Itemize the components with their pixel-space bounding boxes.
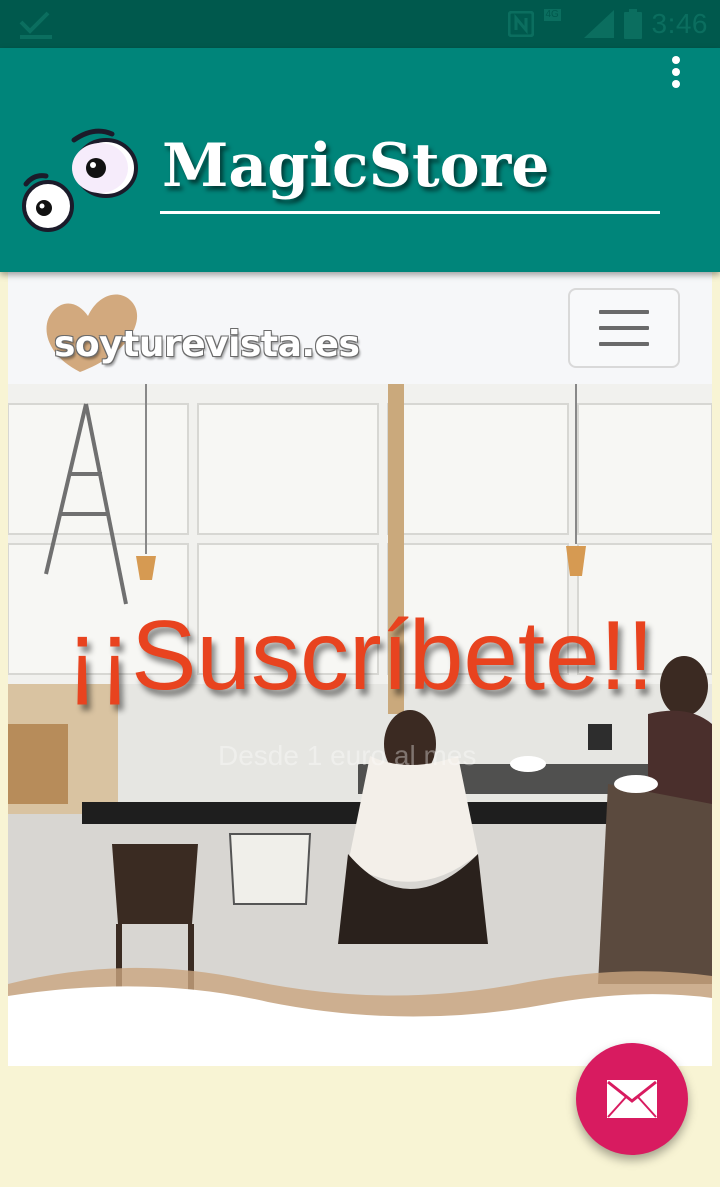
title-underline [160, 211, 660, 214]
app-bar: MagicStore [0, 48, 720, 272]
nfc-icon [507, 11, 534, 37]
mail-fab-button[interactable] [576, 1043, 688, 1155]
hero-cafe-image [8, 384, 712, 1066]
check-icon [19, 11, 52, 39]
googly-eyes-logo [22, 128, 138, 232]
hero-subtitle: Desde 1 euro al mes [218, 740, 477, 771]
site-navbar: soyturevista.es [8, 272, 712, 384]
status-bar: 4G 3:46 [0, 0, 720, 48]
mail-icon [607, 1080, 657, 1118]
webview[interactable]: soyturevista.es ¡¡Suscríbete!! Desde 1 e… [8, 272, 712, 1066]
hero-banner[interactable]: ¡¡Suscríbete!! Desde 1 euro al mes [8, 384, 712, 1066]
battery-icon [623, 9, 642, 39]
app-title: MagicStore [162, 131, 550, 201]
hamburger-menu-icon[interactable] [568, 288, 680, 368]
status-time: 3:46 [651, 8, 708, 39]
network-type: 4G [543, 9, 561, 21]
site-logo-text[interactable]: soyturevista.es [54, 324, 360, 365]
status-icons: 4G 3:46 [507, 6, 709, 42]
hero-title: ¡¡Suscríbete!! [65, 600, 655, 710]
signal-icon [583, 10, 614, 38]
overflow-menu-icon[interactable] [664, 54, 688, 90]
